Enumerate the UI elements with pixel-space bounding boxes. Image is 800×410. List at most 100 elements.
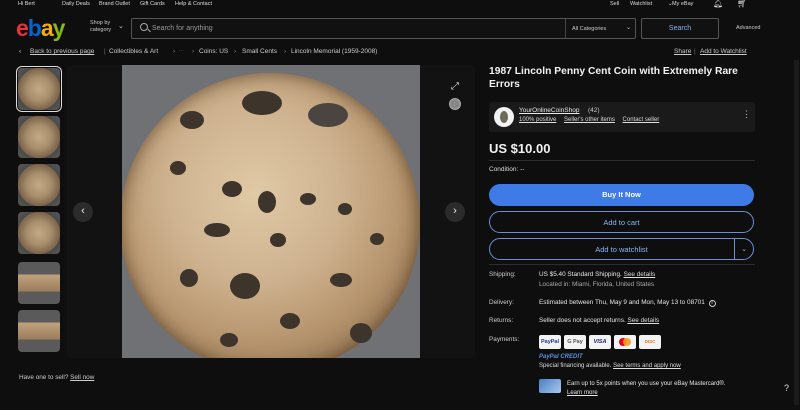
info-icon[interactable]: i bbox=[708, 300, 716, 307]
condition-label: Condition: bbox=[489, 166, 519, 173]
category-select-value: All Categories bbox=[572, 26, 607, 32]
help-contact-link[interactable]: Help & Contact bbox=[175, 1, 212, 7]
seller-other-items-link[interactable]: Seller's other items bbox=[564, 117, 615, 123]
divider: | bbox=[104, 48, 106, 55]
share-link[interactable]: Share bbox=[674, 48, 691, 55]
breadcrumb: ‹ Back to previous page | Collectibles &… bbox=[0, 46, 800, 58]
credit-card-icon bbox=[539, 379, 561, 393]
chevron-right-icon: › bbox=[284, 48, 287, 55]
seller-name-link[interactable]: YourOnlineCoinShop bbox=[519, 107, 579, 114]
payments-label: Payments: bbox=[489, 336, 520, 343]
next-image-button[interactable]: › bbox=[445, 202, 465, 222]
divider bbox=[489, 160, 755, 161]
chevron-down-icon: ⌄ bbox=[118, 23, 124, 30]
financing-terms-link[interactable]: See terms and apply now bbox=[613, 363, 681, 369]
help-icon[interactable]: ? bbox=[784, 383, 789, 393]
search-icon bbox=[140, 23, 148, 31]
top-utility-bar: Hi Bert Daily Deals Brand Outlet Gift Ca… bbox=[0, 0, 800, 10]
divider bbox=[489, 264, 755, 265]
shipping-see-details-link[interactable]: See details bbox=[624, 271, 656, 278]
coin-image bbox=[122, 73, 420, 358]
bell-icon[interactable]: 🔔︎ bbox=[713, 0, 723, 8]
add-to-watchlist-link[interactable]: Add to Watchlist bbox=[700, 48, 747, 55]
chevron-down-icon[interactable]: ⌄ bbox=[741, 239, 747, 260]
mastercard-promo: Earn up to 5x points when you use your e… bbox=[539, 379, 763, 399]
image-viewer[interactable]: ‹ › ⤢ bbox=[67, 65, 475, 358]
thumbnail-6[interactable] bbox=[18, 310, 60, 352]
financing-text: Special financing available. bbox=[539, 363, 612, 369]
sell-link[interactable]: Sell bbox=[610, 1, 619, 7]
chevron-right-icon: › bbox=[173, 48, 176, 55]
chevron-right-icon: › bbox=[192, 48, 195, 55]
previous-image-button[interactable]: ‹ bbox=[73, 202, 93, 222]
breadcrumb-item-small-cents[interactable]: Small Cents bbox=[242, 48, 277, 55]
paypal-icon: PayPal bbox=[539, 335, 561, 349]
add-to-cart-button[interactable]: Add to cart bbox=[489, 211, 754, 233]
seller-avatar[interactable] bbox=[494, 107, 514, 127]
thumbnail-5[interactable] bbox=[18, 262, 60, 304]
add-to-watchlist-button[interactable]: Add to watchlist ⌄ bbox=[489, 238, 754, 260]
logo-letter-y: y bbox=[52, 15, 66, 41]
thumbnail-2[interactable] bbox=[18, 116, 60, 158]
my-ebay-link[interactable]: My eBay bbox=[672, 1, 693, 7]
daily-deals-link[interactable]: Daily Deals bbox=[62, 1, 90, 7]
returns-see-details-link[interactable]: See details bbox=[627, 317, 659, 324]
have-one-to-sell: Have one to sell? Sell now bbox=[19, 374, 94, 381]
contact-seller-link[interactable]: Contact seller bbox=[623, 117, 660, 123]
condition-value: -- bbox=[520, 166, 525, 173]
visa-icon: VISA bbox=[589, 335, 611, 349]
search-bar[interactable]: Search for anything All Categories ⌄ bbox=[131, 18, 636, 39]
delivery-label: Delivery: bbox=[489, 299, 514, 306]
thumbnail-3[interactable] bbox=[18, 164, 60, 206]
buy-it-now-button[interactable]: Buy It Now bbox=[489, 184, 754, 206]
discover-icon: DISC bbox=[639, 335, 661, 349]
add-to-watchlist-label: Add to watchlist bbox=[595, 245, 648, 254]
gift-cards-link[interactable]: Gift Cards bbox=[140, 1, 165, 7]
logo-letter-a: a bbox=[40, 15, 54, 41]
breadcrumb-item-collectibles[interactable]: Collectibles & Art bbox=[109, 48, 158, 55]
shop-by-category[interactable]: Shop by category ⌄ bbox=[90, 20, 124, 34]
thumbnail-1[interactable] bbox=[16, 66, 62, 112]
item-location: Located in: Miami, Florida, United State… bbox=[539, 280, 655, 288]
search-input[interactable]: Search for anything bbox=[152, 25, 213, 32]
thumbnail-4[interactable] bbox=[18, 212, 60, 254]
seller-card: YourOnlineCoinShop (42) 100% positive Se… bbox=[489, 102, 755, 132]
divider: | bbox=[694, 48, 696, 55]
zoom-icon[interactable] bbox=[449, 98, 461, 110]
shipping-label: Shipping: bbox=[489, 271, 516, 278]
sell-now-link[interactable]: Sell now bbox=[70, 374, 94, 381]
cart-icon[interactable]: 🛒︎ bbox=[737, 0, 747, 8]
have-one-to-sell-label: Have one to sell? bbox=[19, 374, 69, 381]
expand-icon[interactable]: ⤢ bbox=[447, 79, 463, 95]
shop-by-label: Shop by bbox=[90, 20, 111, 26]
learn-more-link[interactable]: Learn more bbox=[567, 390, 598, 396]
breadcrumb-item-lincoln-memorial[interactable]: Lincoln Memorial (1959-2008) bbox=[291, 48, 377, 55]
greeting-link[interactable]: Hi Bert bbox=[18, 1, 35, 7]
logo-letter-e: e bbox=[16, 15, 29, 41]
watchlist-link[interactable]: Watchlist bbox=[630, 1, 652, 7]
back-arrow-icon[interactable]: ‹ bbox=[19, 48, 21, 55]
more-options-icon[interactable]: ⋮ bbox=[742, 109, 751, 120]
seller-links: 100% positive Seller's other items Conta… bbox=[519, 117, 665, 123]
mastercard-icon bbox=[614, 335, 636, 349]
brand-outlet-link[interactable]: Brand Outlet bbox=[99, 1, 130, 7]
ebay-logo[interactable]: ebay bbox=[16, 15, 66, 41]
main-coin-photo[interactable] bbox=[122, 65, 420, 358]
breadcrumb-item-coins-us[interactable]: Coins: US bbox=[199, 48, 228, 55]
advanced-search-link[interactable]: Advanced bbox=[736, 25, 760, 31]
mastercard-promo-text: Earn up to 5x points when you use your e… bbox=[567, 381, 726, 387]
category-label: category bbox=[90, 27, 112, 33]
google-pay-icon: G Pay bbox=[564, 335, 586, 349]
chevron-down-icon: ⌄ bbox=[625, 25, 631, 31]
category-select[interactable]: All Categories ⌄ bbox=[565, 19, 637, 38]
item-title: 1987 Lincoln Penny Cent Coin with Extrem… bbox=[489, 66, 738, 90]
divider bbox=[734, 239, 735, 259]
scrollbar[interactable] bbox=[794, 60, 799, 405]
ellipsis-icon[interactable]: ··· bbox=[179, 48, 184, 54]
search-button[interactable]: Search bbox=[641, 18, 719, 39]
returns-label: Returns: bbox=[489, 317, 514, 324]
back-to-previous-link[interactable]: Back to previous page bbox=[30, 48, 94, 55]
seller-feedback-count: (42) bbox=[588, 107, 600, 114]
positive-feedback-link[interactable]: 100% positive bbox=[519, 117, 556, 123]
payments-row: Payments: PayPal G Pay VISA DISC bbox=[489, 335, 755, 355]
